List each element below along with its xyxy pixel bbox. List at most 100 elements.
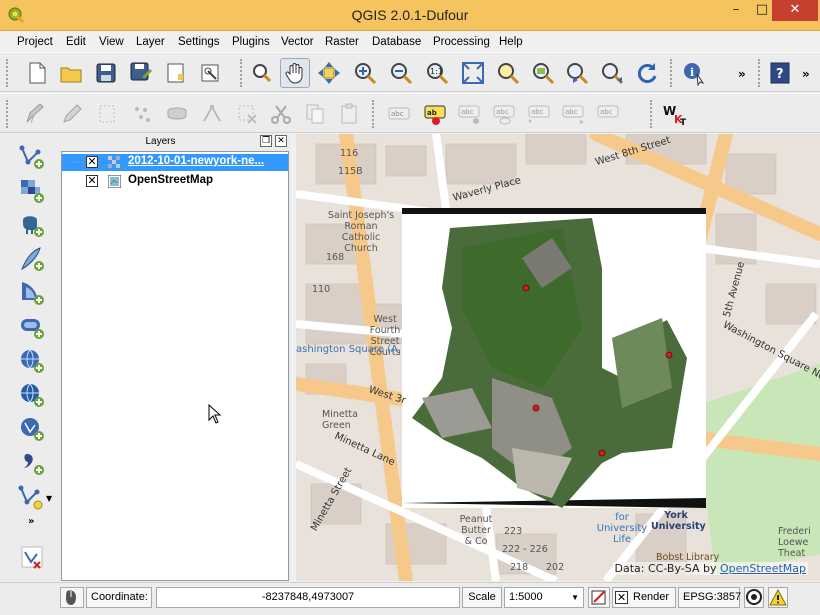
add-delimited-text-layer-button[interactable] bbox=[17, 448, 47, 478]
menu-plugins[interactable]: Plugins bbox=[232, 36, 270, 48]
menu-edit[interactable]: Edit bbox=[66, 36, 86, 48]
add-mssql-layer-button[interactable] bbox=[17, 278, 47, 308]
toolbar-grip[interactable] bbox=[372, 100, 376, 128]
layer-visibility-checkbox[interactable]: ✕ bbox=[86, 156, 98, 168]
scale-combobox[interactable]: 1:5000 ▼ bbox=[504, 587, 584, 608]
sail-icon bbox=[22, 282, 44, 305]
crs-status-button[interactable]: EPSG:3857 bbox=[678, 587, 741, 608]
pan-to-selection-button[interactable] bbox=[246, 58, 276, 88]
menu-layer[interactable]: Layer bbox=[136, 36, 165, 48]
add-raster-layer-button[interactable] bbox=[17, 176, 47, 206]
new-vector-layer-button[interactable] bbox=[17, 142, 47, 172]
menu-view[interactable]: View bbox=[99, 36, 124, 48]
new-print-composer-button[interactable] bbox=[161, 58, 191, 88]
add-spatialite-layer-button[interactable] bbox=[17, 244, 47, 274]
toolbar-overflow-chevron[interactable]: » bbox=[802, 67, 810, 81]
add-feature-button[interactable] bbox=[127, 99, 157, 129]
menu-settings[interactable]: Settings bbox=[178, 36, 220, 48]
pan-map-to-selection-button[interactable] bbox=[314, 58, 344, 88]
layer-tree[interactable]: ✕ 2012-10-01-newyork-ne... ✕ OpenStreetM… bbox=[61, 151, 289, 581]
messages-button[interactable] bbox=[768, 587, 788, 608]
close-window-button[interactable]: ✕ bbox=[772, 0, 818, 21]
layer-labeling-options-button[interactable]: abc bbox=[384, 99, 414, 129]
menu-processing[interactable]: Processing bbox=[433, 36, 490, 48]
save-layer-edits-button[interactable] bbox=[92, 99, 122, 129]
toggle-extents-button[interactable] bbox=[60, 587, 84, 608]
zoom-next-button[interactable] bbox=[597, 58, 627, 88]
show-hide-labels-button[interactable]: abc bbox=[489, 99, 519, 129]
zoom-in-button[interactable] bbox=[350, 58, 380, 88]
add-oracle-layer-button[interactable] bbox=[17, 312, 47, 342]
delete-selected-button[interactable] bbox=[232, 99, 262, 129]
map-label-house-number: 110 bbox=[312, 284, 331, 295]
layer-visibility-checkbox[interactable]: ✕ bbox=[86, 175, 98, 187]
toolbar-grip[interactable] bbox=[670, 59, 674, 87]
change-label-button[interactable]: abc bbox=[593, 99, 623, 129]
composer-manager-button[interactable] bbox=[196, 58, 226, 88]
dropdown-arrow-icon[interactable]: ▼ bbox=[46, 494, 52, 503]
coordinate-field[interactable]: -8237848,4973007 bbox=[156, 587, 460, 608]
add-wcs-layer-button[interactable] bbox=[17, 380, 47, 410]
move-feature-button[interactable] bbox=[162, 99, 192, 129]
refresh-button[interactable] bbox=[632, 58, 662, 88]
menu-vector[interactable]: Vector bbox=[281, 36, 314, 48]
cut-features-button[interactable] bbox=[266, 99, 296, 129]
help-contents-button[interactable]: ? bbox=[765, 58, 795, 88]
qucikwkt-button[interactable]: WKT bbox=[660, 99, 690, 129]
layer-row-aerial[interactable]: ✕ 2012-10-01-newyork-ne... bbox=[62, 154, 288, 171]
remove-layer-button[interactable] bbox=[17, 542, 47, 572]
copy-features-button[interactable] bbox=[300, 99, 330, 129]
toolbar-grip[interactable] bbox=[240, 59, 244, 87]
add-wms-layer-button[interactable] bbox=[17, 346, 47, 376]
add-postgis-layer-button[interactable] bbox=[17, 210, 47, 240]
minimize-button[interactable]: – bbox=[722, 0, 750, 21]
zoom-one-to-one-icon: 1:1 bbox=[427, 63, 449, 85]
identify-features-button[interactable]: i bbox=[679, 58, 709, 88]
zoom-full-button[interactable] bbox=[458, 58, 488, 88]
zoom-next-icon bbox=[602, 63, 624, 85]
highlight-pinned-labels-button[interactable]: ab bbox=[420, 99, 450, 129]
toolbar-grip[interactable] bbox=[6, 100, 10, 128]
add-wfs-layer-button[interactable] bbox=[17, 414, 47, 444]
node-tool-button[interactable] bbox=[197, 99, 227, 129]
crs-icon-button[interactable] bbox=[744, 587, 764, 608]
pan-map-button[interactable] bbox=[280, 58, 310, 88]
zoom-to-layer-button[interactable] bbox=[528, 58, 558, 88]
zoom-to-selection-button[interactable] bbox=[493, 58, 523, 88]
toolbar-grip[interactable] bbox=[6, 59, 10, 87]
more-tools-chevron-icon[interactable]: » bbox=[28, 516, 34, 527]
save-as-button[interactable] bbox=[126, 58, 156, 88]
toolbar-grip[interactable] bbox=[758, 59, 762, 87]
open-project-button[interactable] bbox=[56, 58, 86, 88]
save-project-button[interactable] bbox=[91, 58, 121, 88]
toolbar-overflow-chevron[interactable]: » bbox=[738, 67, 746, 81]
toggle-editing-button[interactable] bbox=[56, 99, 86, 129]
menu-raster[interactable]: Raster bbox=[325, 36, 359, 48]
zoom-out-button[interactable] bbox=[386, 58, 416, 88]
wkt-icon: WKT bbox=[663, 104, 687, 127]
current-edits-button[interactable] bbox=[20, 99, 50, 129]
move-label-button[interactable]: abc bbox=[524, 99, 554, 129]
menu-project[interactable]: Project bbox=[17, 36, 53, 48]
menu-help[interactable]: Help bbox=[499, 36, 523, 48]
paste-features-button[interactable] bbox=[334, 99, 364, 129]
layer-row-osm[interactable]: ✕ OpenStreetMap bbox=[62, 173, 288, 190]
zoom-last-button[interactable] bbox=[562, 58, 592, 88]
rotate-label-button[interactable]: abc bbox=[558, 99, 588, 129]
float-panel-button[interactable]: ❐ bbox=[260, 135, 272, 147]
new-shapefile-layer-button[interactable] bbox=[17, 482, 47, 512]
zoom-actual-size-button[interactable]: 1:1 bbox=[422, 58, 452, 88]
render-checkbox[interactable]: ✕ bbox=[615, 591, 628, 604]
close-panel-button[interactable]: ✕ bbox=[275, 135, 287, 147]
new-document-icon bbox=[29, 62, 46, 84]
node-tool-icon bbox=[203, 104, 221, 122]
attribution-osm-link[interactable]: OpenStreetMap bbox=[720, 562, 806, 575]
map-canvas[interactable]: West 8th Street Waverly Place 5th Avenue… bbox=[296, 134, 820, 581]
pin-labels-button[interactable]: abc bbox=[454, 99, 484, 129]
hand-pan-icon bbox=[285, 63, 303, 84]
save-icon bbox=[96, 63, 116, 83]
new-project-button[interactable] bbox=[22, 58, 52, 88]
menu-database[interactable]: Database bbox=[372, 36, 421, 48]
toolbar-grip[interactable] bbox=[650, 100, 654, 128]
stop-render-button[interactable] bbox=[588, 587, 610, 608]
